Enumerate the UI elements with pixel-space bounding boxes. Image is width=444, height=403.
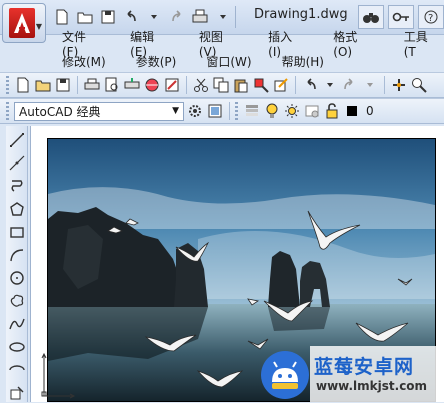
design-center-icon[interactable] <box>163 76 181 94</box>
chevron-down-icon: ▼ <box>172 106 179 116</box>
toolbar-grip[interactable] <box>6 102 9 120</box>
cut-icon[interactable] <box>192 76 210 94</box>
3d-dwf-icon[interactable] <box>143 76 161 94</box>
paste-icon[interactable] <box>232 76 250 94</box>
open-folder-icon[interactable] <box>34 76 52 94</box>
workspace-settings-icon[interactable] <box>186 102 204 120</box>
construction-line-icon[interactable] <box>8 153 26 172</box>
redo-arrow-icon[interactable] <box>341 76 359 94</box>
site-watermark: 蓝莓安卓网 www.lmkjst.com <box>258 346 444 402</box>
open-icon[interactable] <box>75 7 95 27</box>
layer-color-swatch <box>343 102 361 120</box>
spline-icon[interactable] <box>8 314 26 333</box>
chevron-down-icon: ▼ <box>35 22 42 31</box>
copy-icon[interactable] <box>212 76 230 94</box>
undo-dropdown-icon[interactable] <box>144 7 164 27</box>
undo-list-icon[interactable] <box>321 76 339 94</box>
watermark-brand: 蓝莓安卓网 <box>314 356 415 378</box>
save-icon[interactable] <box>98 7 118 27</box>
menu-help[interactable]: 帮助(H) <box>274 53 332 70</box>
menu-parametric[interactable]: 参数(P) <box>128 53 185 70</box>
menu-tools[interactable]: 工具(T <box>396 28 444 59</box>
application-menu-button[interactable]: ▼ <box>2 3 46 43</box>
redo-list-icon[interactable] <box>361 76 379 94</box>
print-icon[interactable] <box>83 76 101 94</box>
workspace-select[interactable]: AutoCAD 经典 ▼ <box>14 101 184 121</box>
workspace-select-value: AutoCAD 经典 <box>19 104 101 119</box>
ellipse-icon[interactable] <box>8 337 26 356</box>
viewport-freeze-icon[interactable] <box>303 102 321 120</box>
menu-window[interactable]: 窗口(W) <box>198 53 259 70</box>
arc-icon[interactable] <box>8 245 26 264</box>
current-layer-name[interactable]: 0 <box>366 104 374 118</box>
lightbulb-icon[interactable] <box>263 102 281 120</box>
ucs-axis-icon <box>40 352 76 403</box>
document-title: Drawing1.dwg <box>254 7 348 22</box>
standard-toolbar <box>0 72 444 98</box>
toolbar-separator <box>229 102 230 120</box>
binoculars-icon[interactable] <box>358 5 384 29</box>
qnew-icon[interactable] <box>14 76 32 94</box>
watermark-url: www.lmkjst.com <box>316 379 428 393</box>
publish-icon[interactable] <box>123 76 141 94</box>
toolbar-separator <box>384 76 385 94</box>
undo-icon[interactable] <box>121 7 141 27</box>
menu-format[interactable]: 格式(O) <box>325 28 379 59</box>
zoom-realtime-icon[interactable] <box>410 76 428 94</box>
key-icon[interactable] <box>388 5 414 29</box>
android-robot-logo-icon <box>260 350 310 400</box>
sun-icon[interactable] <box>283 102 301 120</box>
menu-modify[interactable]: 修改(M) <box>54 53 114 70</box>
customize-dropdown-icon[interactable] <box>213 7 233 27</box>
customize-icon[interactable] <box>206 102 224 120</box>
menu-bar-row-1: 文件(F) 编辑(E) 视图(V) 插入(I) 格式(O) 工具(T <box>54 30 444 59</box>
workspace-layers-toolbar: AutoCAD 经典 ▼ 0 <box>0 98 444 124</box>
line-icon[interactable] <box>8 130 26 149</box>
toolbar-separator <box>186 76 187 94</box>
layer-properties-icon[interactable] <box>243 102 261 120</box>
new-icon[interactable] <box>52 7 72 27</box>
quick-access-toolbar <box>52 7 233 27</box>
svg-text:?: ? <box>428 13 433 24</box>
redo-icon[interactable] <box>167 7 187 27</box>
infocenter: ? <box>352 4 444 30</box>
match-properties-icon[interactable] <box>252 76 270 94</box>
undo-arrow-icon[interactable] <box>301 76 319 94</box>
plot-preview-icon[interactable] <box>103 76 121 94</box>
block-editor-icon[interactable] <box>272 76 290 94</box>
toolbar-separator <box>77 76 78 94</box>
ellipse-arc-icon[interactable] <box>8 360 26 379</box>
save-disk-icon[interactable] <box>54 76 72 94</box>
insert-block-icon[interactable] <box>8 383 26 402</box>
pan-icon[interactable] <box>390 76 408 94</box>
autocad-logo-icon <box>9 8 35 38</box>
draw-toolbar <box>6 126 28 402</box>
toolbar-grip[interactable] <box>235 102 238 120</box>
unlock-icon[interactable] <box>323 102 341 120</box>
toolbar-grip[interactable] <box>6 76 9 94</box>
revision-cloud-icon[interactable] <box>8 291 26 310</box>
menu-bar-row-2: 修改(M) 参数(P) 窗口(W) 帮助(H) <box>54 52 332 71</box>
title-separator <box>235 6 236 28</box>
plot-icon[interactable] <box>190 7 210 27</box>
circle-icon[interactable] <box>8 268 26 287</box>
rectangle-icon[interactable] <box>8 222 26 241</box>
toolbar-separator <box>295 76 296 94</box>
help-icon[interactable]: ? <box>418 5 444 29</box>
polygon-icon[interactable] <box>8 199 26 218</box>
polyline-icon[interactable] <box>8 176 26 195</box>
